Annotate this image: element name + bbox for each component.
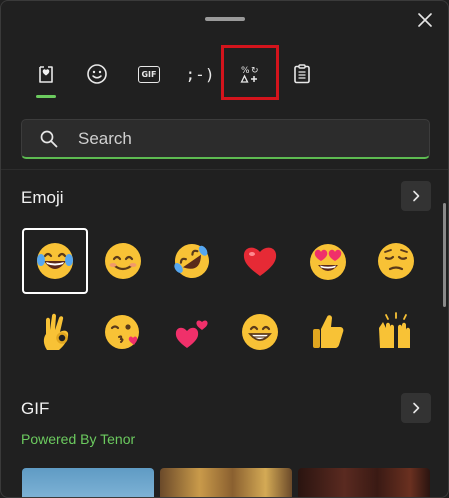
emoji-section-title: Emoji xyxy=(21,188,64,207)
kiss-face-icon xyxy=(105,315,139,349)
emoji-smiling-face-with-heart-eyes[interactable] xyxy=(295,228,361,294)
emoji-red-heart[interactable] xyxy=(227,228,293,294)
face-with-tears-of-joy-icon xyxy=(37,243,73,279)
tab-emoji[interactable] xyxy=(80,57,114,91)
emoji-pensive-face[interactable] xyxy=(363,228,429,294)
drag-handle[interactable] xyxy=(205,17,245,21)
emoji-panel: GIF ;-) % ↻ Emoji xyxy=(0,0,449,498)
emoji-face-blowing-a-kiss[interactable] xyxy=(90,299,156,365)
emoji-raising-hands[interactable] xyxy=(363,299,429,365)
powered-by-tenor: Powered By Tenor xyxy=(21,431,136,447)
beaming-face-icon xyxy=(242,314,278,350)
active-tab-indicator xyxy=(36,95,56,98)
raising-hands-icon xyxy=(379,312,410,348)
emoji-rolling-on-the-floor-laughing[interactable] xyxy=(159,228,225,294)
thumbs-up-icon xyxy=(313,315,344,348)
two-hearts-icon xyxy=(175,320,208,348)
tab-kaomoji[interactable]: ;-) xyxy=(183,57,217,91)
gif-thumbnail[interactable] xyxy=(298,468,430,497)
gif-thumbnail[interactable] xyxy=(160,468,292,497)
clipboard-icon xyxy=(294,64,310,84)
emoji-two-hearts[interactable] xyxy=(159,299,225,365)
red-heart-icon xyxy=(243,247,277,276)
gif-thumbnail[interactable] xyxy=(22,468,154,497)
emoji-thumbs-up[interactable] xyxy=(295,299,361,365)
heart-eyes-icon xyxy=(310,244,346,280)
rofl-icon xyxy=(174,244,209,278)
ok-hand-icon xyxy=(43,313,69,350)
emoji-more-button[interactable] xyxy=(401,181,431,211)
emoji-smiling-face-with-smiling-eyes[interactable] xyxy=(90,228,156,294)
chevron-right-icon xyxy=(413,402,420,414)
close-button[interactable] xyxy=(411,7,439,33)
emoji-face-with-tears-of-joy[interactable] xyxy=(22,228,88,294)
tab-clipboard-history[interactable] xyxy=(285,57,319,91)
pensive-face-icon xyxy=(378,243,414,279)
search-icon xyxy=(40,130,58,147)
divider xyxy=(1,169,448,170)
symbols-highlight xyxy=(221,45,279,100)
tab-recently-used[interactable] xyxy=(29,57,63,91)
emoji-ok-hand[interactable] xyxy=(22,299,88,365)
kaomoji-icon: ;-) xyxy=(185,64,215,84)
smiling-face-icon xyxy=(105,243,141,279)
gif-icon: GIF xyxy=(138,65,160,83)
gif-icon-label: GIF xyxy=(141,69,157,79)
search-box[interactable] xyxy=(21,119,430,159)
chevron-right-icon xyxy=(413,190,420,202)
tab-gif[interactable]: GIF xyxy=(132,57,166,91)
smiley-icon xyxy=(87,64,107,84)
emoji-beaming-face-with-smiling-eyes[interactable] xyxy=(227,299,293,365)
close-icon xyxy=(418,13,432,27)
scrollbar[interactable] xyxy=(443,203,446,307)
gif-section-title: GIF xyxy=(21,399,50,418)
gif-more-button[interactable] xyxy=(401,393,431,423)
heart-clipboard-icon xyxy=(39,66,53,83)
search-input[interactable] xyxy=(76,127,380,150)
